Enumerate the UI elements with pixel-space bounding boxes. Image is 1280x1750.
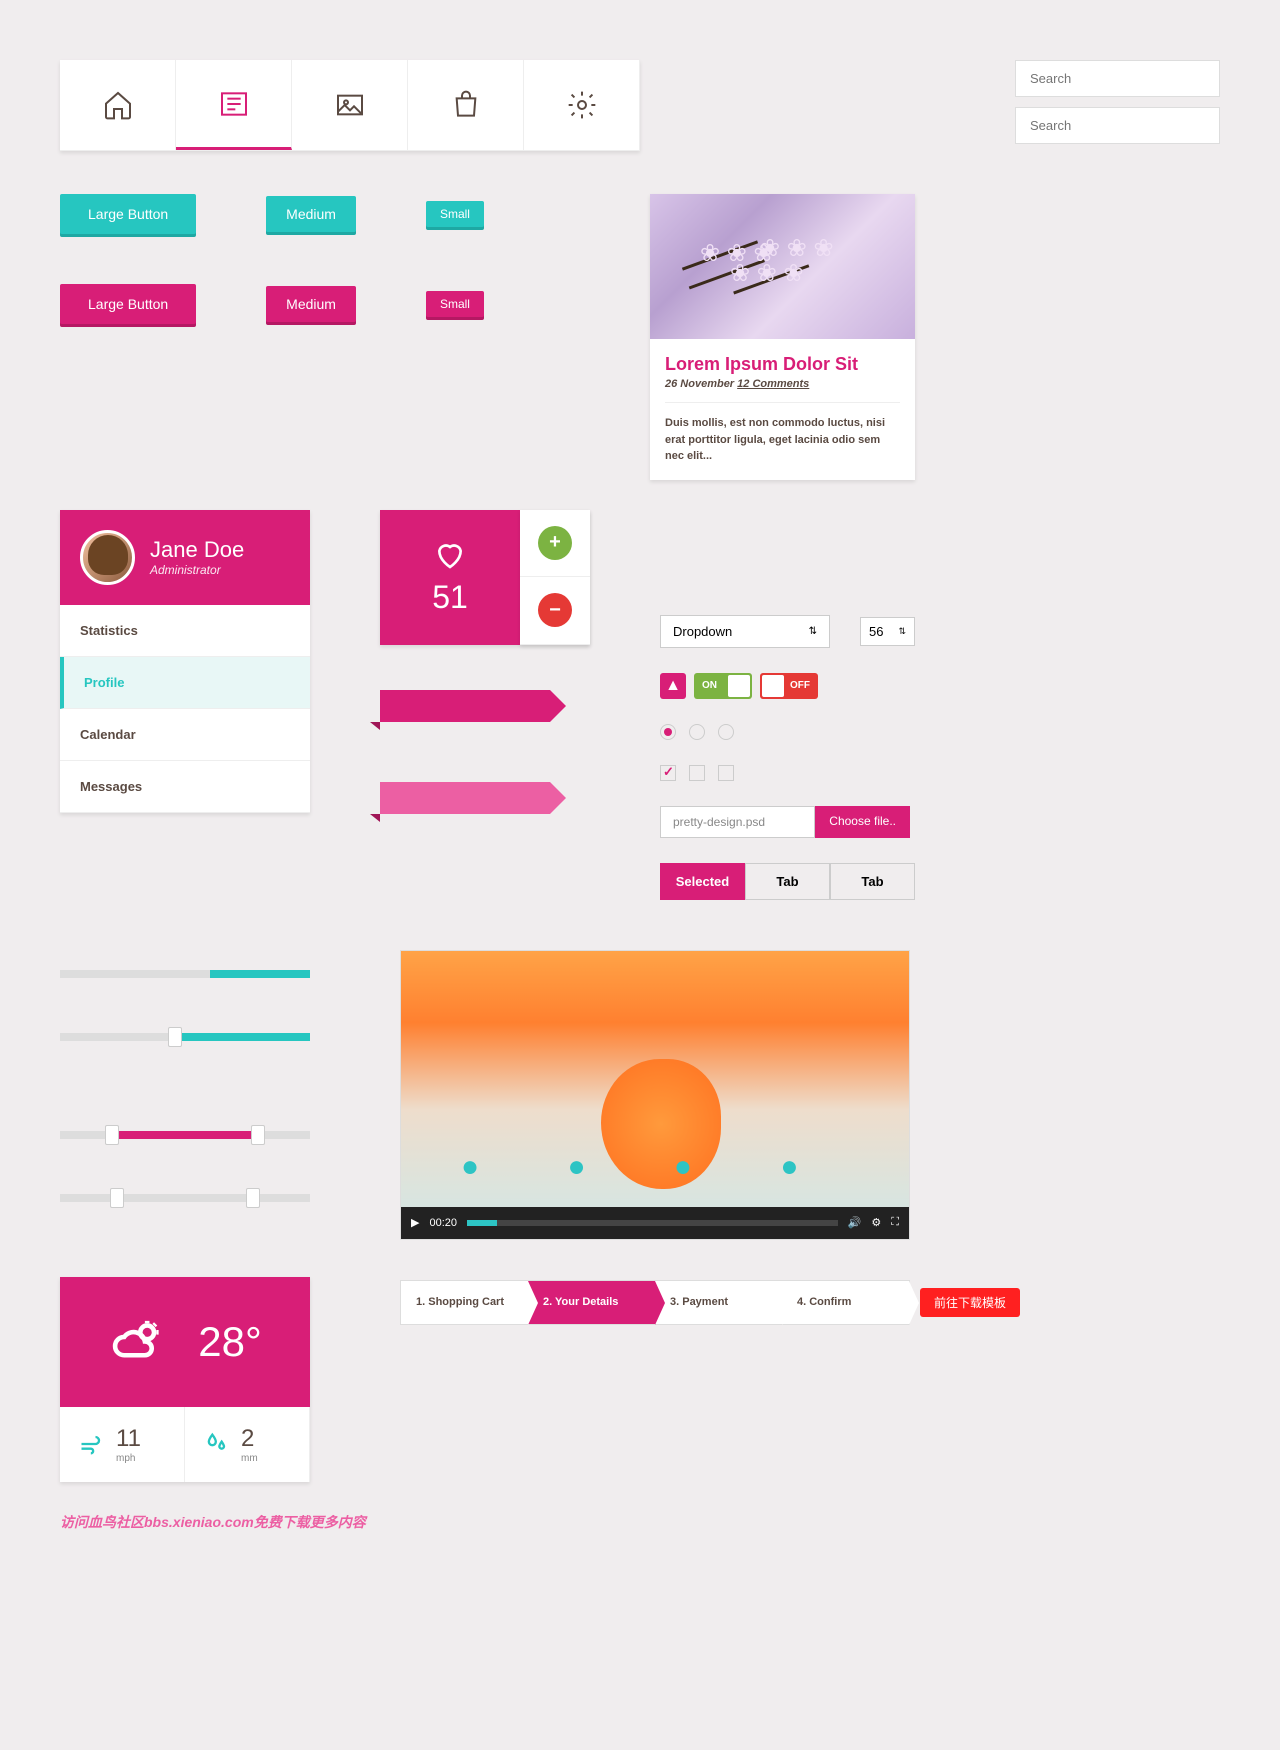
ribbon-2 [380,782,550,814]
blog-card: Lorem Ipsum Dolor Sit 26 November 12 Com… [650,194,915,480]
search-box-1[interactable] [1015,60,1220,97]
slider-teal-2[interactable] [60,1033,310,1041]
slider-teal-1[interactable] [60,970,310,978]
nav-gallery[interactable] [292,60,408,150]
file-input: pretty-design.psd Choose file.. [660,806,910,838]
settings-icon[interactable]: ⚙ [871,1216,881,1229]
nav-cart[interactable] [408,60,524,150]
step-confirm[interactable]: 4. Confirm [782,1281,909,1324]
rain-icon [203,1430,231,1458]
avatar [80,530,135,585]
checkbox-3[interactable] [718,765,734,781]
news-icon [218,88,250,120]
fullscreen-icon[interactable]: ⛶ [891,1216,899,1229]
ribbon-1 [380,690,550,722]
like-widget: 51 + − [380,510,590,645]
blog-title: Lorem Ipsum Dolor Sit [665,354,900,375]
medium-button-teal[interactable]: Medium [266,196,356,232]
checkout-steps: 1. Shopping Cart 2. Your Details 3. Paym… [400,1280,910,1325]
comments-link[interactable]: 12 Comments [737,378,809,390]
step-details[interactable]: 2. Your Details [528,1281,655,1324]
toggle-off[interactable]: OFF [760,673,818,699]
small-button-pink[interactable]: Small [426,291,484,317]
menu-calendar[interactable]: Calendar [60,709,310,761]
file-name: pretty-design.psd [660,806,815,838]
watermark: 访问血鸟社区bbs.xieniao.com免费下载更多内容 [60,1512,1220,1532]
bag-icon [450,89,482,121]
step-cart[interactable]: 1. Shopping Cart [401,1281,528,1324]
blog-image [650,194,915,339]
volume-icon[interactable]: 🔊 [848,1216,862,1229]
nav-news[interactable] [176,60,292,150]
minus-button[interactable]: − [538,593,572,627]
search-input[interactable] [1030,71,1206,86]
tab-selected[interactable]: Selected [660,863,745,900]
slider-pink-2[interactable] [60,1194,310,1202]
step-payment[interactable]: 3. Payment [655,1281,782,1324]
user-card: Jane Doe Administrator Statistics Profil… [60,510,310,813]
checkbox-1[interactable] [660,765,676,781]
video-player[interactable]: ▶ 00:20 🔊 ⚙ ⛶ [400,950,910,1240]
choose-file-button[interactable]: Choose file.. [815,806,910,838]
temperature: 28° [198,1318,262,1366]
radio-3[interactable] [718,724,734,740]
up-button[interactable]: ▲ [660,673,686,699]
like-count: 51 [432,579,468,616]
menu-messages[interactable]: Messages [60,761,310,813]
image-icon [334,89,366,121]
search-box-2[interactable] [1015,107,1220,144]
blog-meta: 26 November 12 Comments [665,378,900,390]
user-name: Jane Doe [150,537,244,563]
menu-statistics[interactable]: Statistics [60,605,310,657]
nav-home[interactable] [60,60,176,150]
large-button-pink[interactable]: Large Button [60,284,196,324]
heart-icon [432,539,468,571]
search-input[interactable] [1030,118,1206,133]
weather-widget: 28° 11mph 2mm [60,1277,310,1482]
number-stepper[interactable]: 56⇅ [860,617,915,646]
rain-value: 2 [241,1425,258,1453]
gear-icon [566,89,598,121]
radio-2[interactable] [689,724,705,740]
tab-2[interactable]: Tab [745,863,830,900]
nav-settings[interactable] [524,60,640,150]
tabs: Selected Tab Tab [660,863,915,900]
medium-button-pink[interactable]: Medium [266,286,356,322]
user-role: Administrator [150,563,244,577]
radio-1[interactable] [660,724,676,740]
small-button-teal[interactable]: Small [426,201,484,227]
download-button[interactable]: 前往下载模板 [920,1288,1020,1317]
video-time: 00:20 [429,1217,457,1229]
blog-excerpt: Duis mollis, est non commodo luctus, nis… [665,402,900,465]
home-icon [102,89,134,121]
wind-icon [78,1430,106,1458]
toggle-on[interactable]: ON [694,673,752,699]
cloud-sun-icon [108,1314,168,1369]
video-controls: ▶ 00:20 🔊 ⚙ ⛶ [401,1207,909,1239]
wind-value: 11 [116,1425,141,1453]
video-progress[interactable] [467,1220,838,1226]
menu-profile[interactable]: Profile [60,657,310,709]
dropdown[interactable]: Dropdown⇅ [660,615,830,648]
chevron-icon: ⇅ [809,626,817,637]
large-button-teal[interactable]: Large Button [60,194,196,234]
plus-button[interactable]: + [538,526,572,560]
checkbox-2[interactable] [689,765,705,781]
tab-3[interactable]: Tab [830,863,915,900]
main-nav [60,60,640,151]
slider-pink-1[interactable] [60,1131,310,1139]
play-button[interactable]: ▶ [411,1216,419,1229]
